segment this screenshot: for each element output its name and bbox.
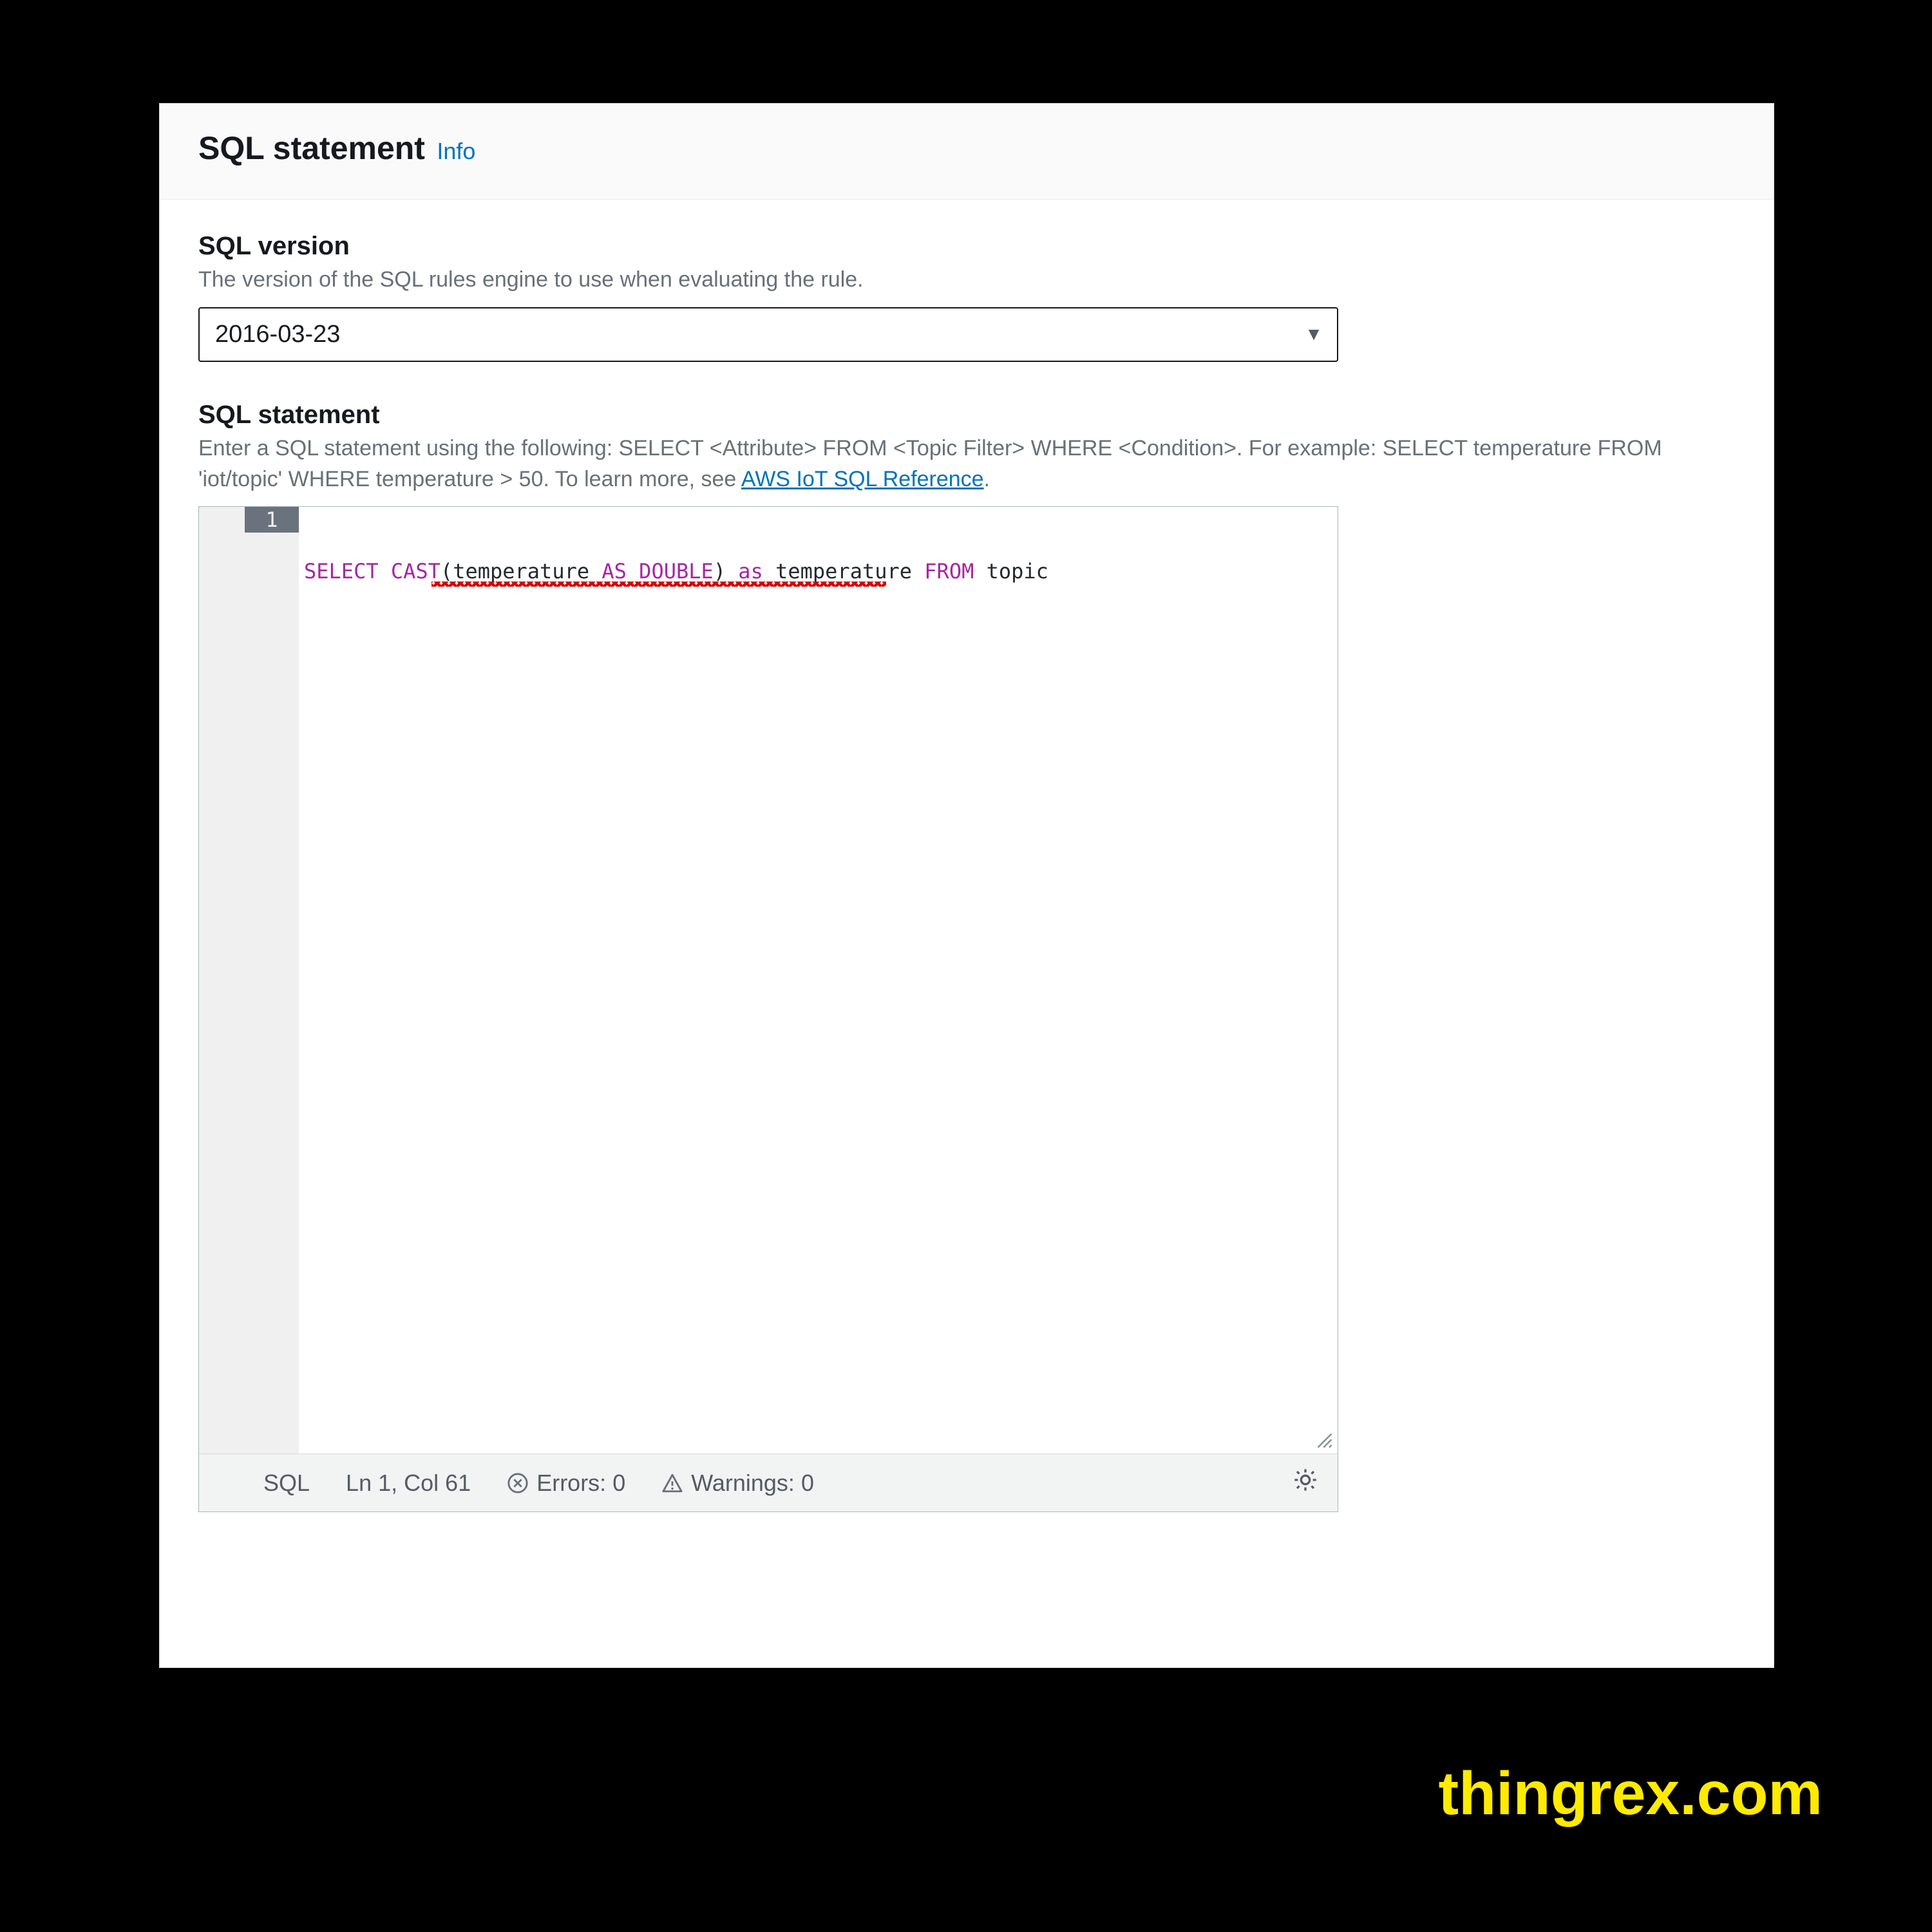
status-position: Ln 1, Col 61: [346, 1470, 471, 1497]
status-errors: Errors: 0: [507, 1470, 625, 1497]
warning-icon: [661, 1472, 683, 1494]
editor-settings-button[interactable]: [1293, 1467, 1318, 1499]
sql-version-value: 2016-03-23: [198, 307, 1338, 362]
sql-help-suffix: .: [984, 467, 990, 491]
sql-version-label: SQL version: [198, 232, 1735, 261]
sql-reference-link[interactable]: AWS IoT SQL Reference: [741, 467, 984, 491]
resize-grip-icon[interactable]: [1316, 1432, 1334, 1450]
kw-cast: CAST: [391, 559, 440, 583]
status-warnings: Warnings: 0: [661, 1470, 814, 1497]
ident-temp1: temperature: [453, 559, 589, 583]
panel-body: SQL version The version of the SQL rules…: [160, 200, 1774, 1667]
code-area[interactable]: SELECT CAST(temperature AS DOUBLE) as te…: [299, 507, 1338, 1454]
editor-scroll[interactable]: 1 SELECT CAST(temperature AS DOUBLE) as …: [199, 507, 1338, 1454]
sql-statement-help: Enter a SQL statement using the followin…: [198, 433, 1735, 495]
kw-as: AS: [601, 559, 627, 583]
code-line-1: SELECT CAST(temperature AS DOUBLE) as te…: [304, 558, 1338, 584]
chevron-down-icon: ▼: [1305, 324, 1323, 345]
sql-version-select[interactable]: 2016-03-23 ▼: [198, 307, 1338, 362]
sql-statement-label: SQL statement: [198, 401, 1735, 430]
status-warnings-text: Warnings: 0: [691, 1470, 814, 1497]
panel-header: SQL statement Info: [160, 104, 1774, 200]
editor-status-bar: SQL Ln 1, Col 61 Errors: 0 Warnings: 0: [199, 1454, 1338, 1511]
status-lang: SQL: [263, 1470, 310, 1497]
editor-gutter: 1: [199, 507, 299, 1454]
kw-as-alias: as: [738, 559, 763, 583]
status-errors-text: Errors: 0: [536, 1470, 625, 1497]
error-squiggle: [431, 582, 886, 587]
kw-from: FROM: [924, 559, 974, 583]
ident-temp2: temperature: [775, 559, 912, 583]
lparen: (: [440, 559, 453, 583]
kw-double: DOUBLE: [639, 559, 714, 583]
gear-icon: [1293, 1467, 1318, 1493]
info-link[interactable]: Info: [437, 138, 475, 164]
ident-topic: topic: [987, 559, 1048, 583]
watermark: thingrex.com: [1439, 1759, 1823, 1829]
kw-select: SELECT: [304, 559, 379, 583]
error-icon: [507, 1472, 529, 1494]
rparen: ): [714, 559, 726, 583]
sql-statement-panel: SQL statement Info SQL version The versi…: [159, 103, 1774, 1668]
panel-title: SQL statement: [198, 130, 425, 166]
line-number: 1: [245, 507, 299, 533]
sql-editor: 1 SELECT CAST(temperature AS DOUBLE) as …: [198, 506, 1338, 1512]
sql-version-help: The version of the SQL rules engine to u…: [198, 265, 1735, 296]
